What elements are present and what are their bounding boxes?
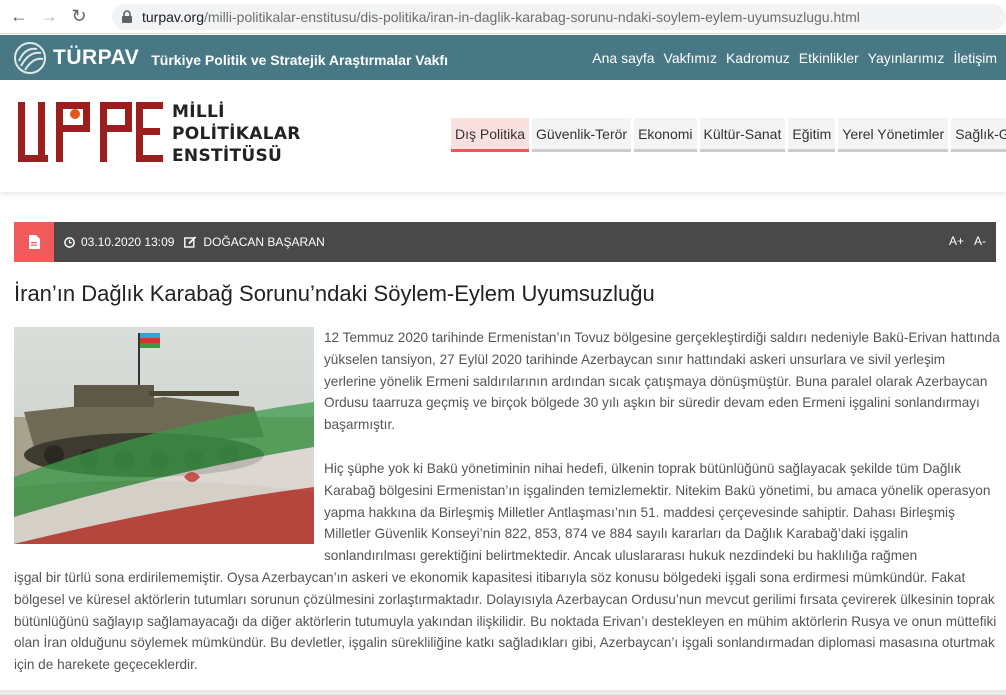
article-paragraph-1: 12 Temmuz 2020 tarihinde Ermenistan’ın T… (324, 330, 1000, 433)
nav-iletisim[interactable]: İletişim (953, 50, 997, 66)
mpe-logo-icon[interactable] (18, 100, 163, 172)
forward-arrow-icon[interactable]: → (34, 2, 64, 32)
category-saglik-gida[interactable]: Sağlık-Gıda (951, 118, 1006, 152)
document-badge (14, 222, 54, 262)
font-increase-button[interactable]: A+ (949, 234, 964, 248)
reload-icon[interactable]: ↻ (64, 2, 94, 32)
brand-subtitle: Türkiye Politik ve Stratejik Araştırmala… (151, 51, 448, 68)
article-author: DOĞACAN BAŞARAN (184, 235, 325, 249)
category-egitim[interactable]: Eğitim (788, 118, 836, 152)
author-name[interactable]: DOĞACAN BAŞARAN (203, 235, 324, 249)
back-arrow-icon[interactable]: ← (4, 2, 34, 32)
nav-etkinlikler[interactable]: Etkinlikler (799, 50, 859, 66)
mpe-logo-text[interactable]: MİLLİ POLİTİKALAR ENSTİTÜSÜ (172, 101, 301, 167)
brand-name[interactable]: TÜRPAV (53, 46, 139, 70)
site-header: MİLLİ POLİTİKALAR ENSTİTÜSÜ Dış Politika… (0, 80, 1006, 192)
nav-ana-sayfa[interactable]: Ana sayfa (592, 50, 654, 66)
category-navigation: Dış Politika Güvenlik-Terör Ekonomi Kült… (451, 118, 1006, 152)
category-guvenlik-teror[interactable]: Güvenlik-Terör (532, 118, 632, 152)
article-meta-bar: 03.10.2020 13:09 DOĞACAN BAŞARAN A+ A- (14, 222, 996, 262)
nav-kadromuz[interactable]: Kadromuz (726, 50, 790, 66)
military-scene-image (14, 327, 314, 544)
top-header: TÜRPAV Türkiye Politik ve Stratejik Araş… (0, 35, 1006, 80)
article-paragraph-2-part-1: Hiç şüphe yok ki Bakü yönetiminin nihai … (324, 461, 991, 564)
article-paragraph-2-part-2: işgal bir türlü sona erdirilememiştir. O… (14, 570, 997, 673)
lock-icon (122, 10, 132, 23)
category-ekonomi[interactable]: Ekonomi (634, 118, 697, 152)
article-image (14, 327, 314, 544)
url-path: /milli-politikalar-enstitusu/dis-politik… (204, 9, 860, 25)
page-footer-edge (0, 690, 1006, 695)
browser-toolbar: ← → ↻ turpav.org/milli-politikalar-ensti… (0, 0, 1006, 34)
category-yerel-yonetimler[interactable]: Yerel Yönetimler (838, 118, 949, 152)
top-navigation: Ana sayfa Vakfımız Kadromuz Etkinlikler … (592, 35, 1006, 80)
nav-yayinlarimiz[interactable]: Yayınlarımız (868, 50, 945, 66)
logo-line-1: MİLLİ (172, 102, 225, 122)
article-title: İran’ın Dağlık Karabağ Sorunu’ndaki Söyl… (14, 281, 655, 306)
url-host: turpav.org (142, 9, 204, 25)
turpav-logo-icon[interactable] (13, 41, 47, 75)
article-datetime: 03.10.2020 13:09 (81, 235, 175, 249)
logo-line-2: POLİTİKALAR (172, 124, 301, 144)
category-dis-politika[interactable]: Dış Politika (451, 118, 530, 152)
edit-icon (184, 236, 197, 248)
article-date: 03.10.2020 13:09 (64, 235, 174, 249)
logo-line-3: ENSTİTÜSÜ (172, 146, 283, 166)
address-bar[interactable]: turpav.org/milli-politikalar-enstitusu/d… (112, 4, 1006, 30)
clock-icon (64, 236, 75, 248)
category-kultur-sanat[interactable]: Kültür-Sanat (699, 118, 786, 152)
font-decrease-button[interactable]: A- (974, 234, 986, 248)
document-icon (29, 235, 40, 249)
nav-vakfimiz[interactable]: Vakfımız (664, 50, 717, 66)
font-size-controls: A+ A- (949, 234, 986, 248)
